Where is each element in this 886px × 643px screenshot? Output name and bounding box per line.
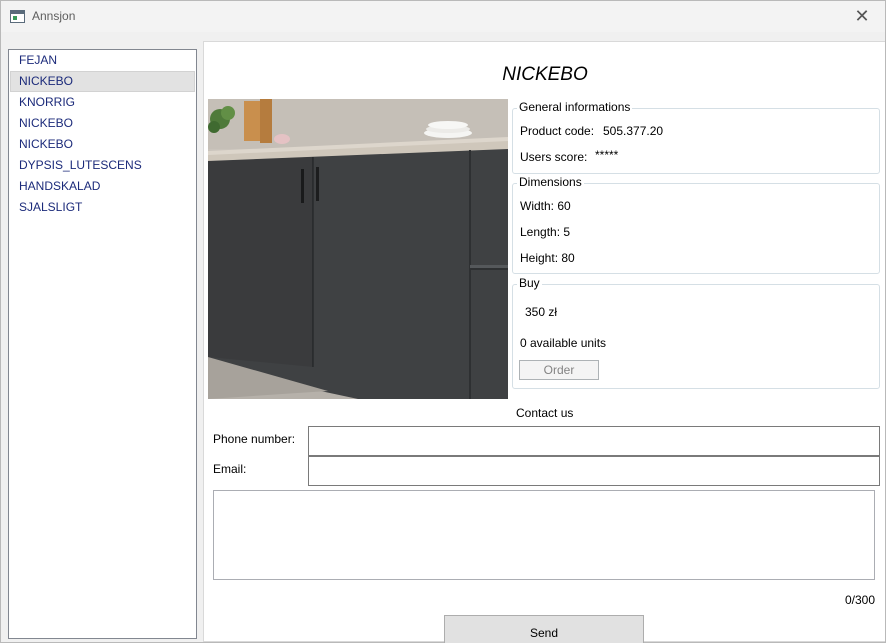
list-item[interactable]: DYPSIS_LUTESCENS [10, 155, 195, 176]
users-score-label: Users score: [520, 150, 588, 164]
contact-title: Contact us [516, 406, 574, 420]
general-info-legend: General informations [517, 100, 633, 114]
order-button[interactable]: Order [519, 360, 599, 380]
phone-number-label: Phone number: [213, 432, 296, 446]
general-info-group: General informations Product code: 505.3… [512, 100, 880, 174]
list-item[interactable]: HANDSKALAD [10, 176, 195, 197]
list-item[interactable]: SJALSLIGT [10, 197, 195, 218]
window-content: FEJAN NICKEBO KNORRIG NICKEBO NICKEBO DYPSIS_… [1, 32, 885, 643]
dimensions-group: Dimensions Width: 60 Length: 5 Height: 8… [512, 175, 880, 274]
list-item[interactable]: NICKEBO [10, 113, 195, 134]
list-item[interactable]: NICKEBO [10, 134, 195, 155]
dimensions-legend: Dimensions [517, 175, 584, 189]
buy-legend: Buy [517, 276, 542, 290]
email-label: Email: [213, 462, 247, 476]
product-title: NICKEBO [502, 64, 588, 85]
window-title: Annsjon [32, 9, 76, 23]
price-value: 350 zł [525, 305, 558, 319]
length-value: Length: 5 [520, 225, 571, 239]
users-score-value: ***** [595, 148, 619, 162]
send-button[interactable]: Send [444, 615, 644, 643]
product-code-label: Product code: [520, 124, 595, 138]
app-window: Annsjon ✕ FEJAN NICKEBO KNORRIG NICKEBO NICK… [0, 0, 886, 643]
character-counter: 0/300 [844, 593, 875, 607]
message-textarea[interactable] [213, 490, 875, 580]
close-icon[interactable]: ✕ [839, 1, 885, 32]
list-item[interactable]: NICKEBO [10, 71, 195, 92]
product-image [208, 99, 508, 399]
product-list[interactable]: FEJAN NICKEBO KNORRIG NICKEBO NICKEBO DYPSIS_… [8, 49, 197, 639]
phone-number-input[interactable] [308, 426, 880, 456]
list-item[interactable]: FEJAN [10, 50, 195, 71]
email-input[interactable] [308, 456, 880, 486]
product-code-value: 505.377.20 [603, 124, 664, 138]
app-window-icon [10, 10, 25, 23]
title-bar[interactable]: Annsjon ✕ [1, 1, 885, 32]
list-item[interactable]: KNORRIG [10, 92, 195, 113]
product-detail-panel: NICKEBO General informations Product cod… [203, 41, 885, 643]
width-value: Width: 60 [520, 199, 571, 213]
height-value: Height: 80 [520, 251, 575, 265]
availability-value: 0 available units [520, 336, 607, 350]
